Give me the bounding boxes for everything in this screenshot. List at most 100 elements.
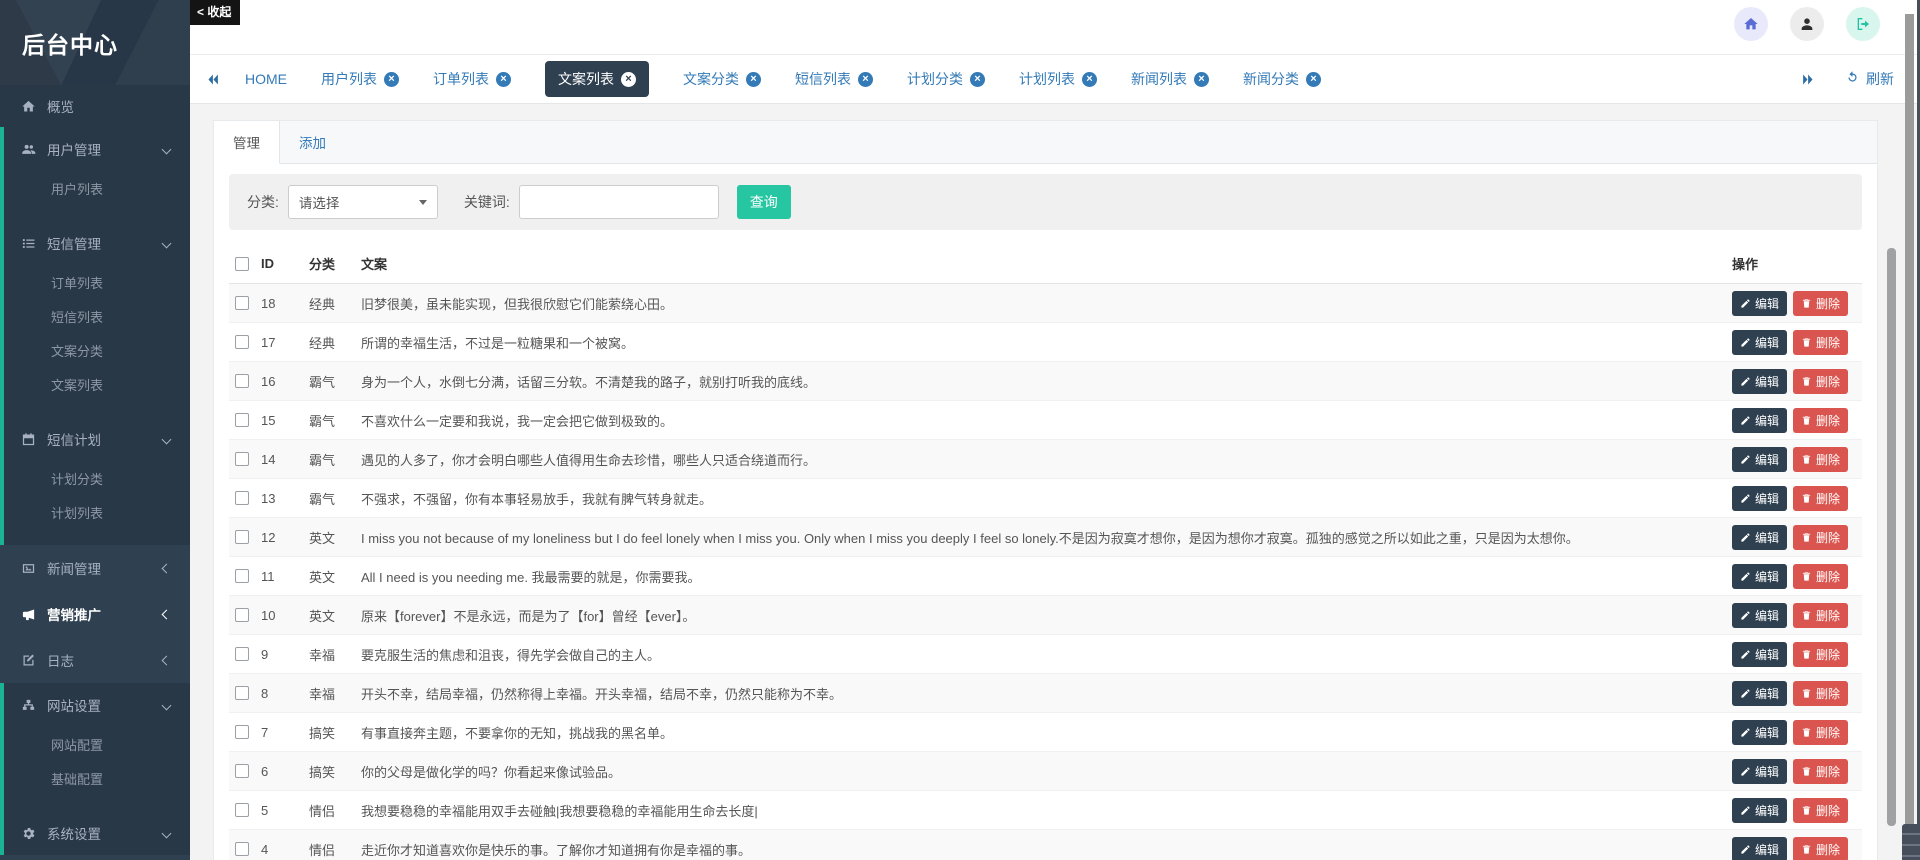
delete-button[interactable]: 删除 xyxy=(1793,681,1848,706)
close-tab-icon[interactable]: × xyxy=(970,72,985,87)
row-checkbox[interactable] xyxy=(235,374,249,388)
delete-button[interactable]: 删除 xyxy=(1793,447,1848,472)
delete-button[interactable]: 删除 xyxy=(1793,486,1848,511)
sidebar-subitem-订单列表[interactable]: 订单列表 xyxy=(4,265,190,299)
open-tab-订单列表[interactable]: 订单列表× xyxy=(433,69,511,89)
delete-button[interactable]: 删除 xyxy=(1793,525,1848,550)
edit-button[interactable]: 编辑 xyxy=(1732,564,1787,589)
sidebar-item-系统设置[interactable]: 系统设置 xyxy=(4,811,190,855)
row-checkbox[interactable] xyxy=(235,335,249,349)
row-checkbox[interactable] xyxy=(235,413,249,427)
row-checkbox[interactable] xyxy=(235,569,249,583)
sidebar-item-短信计划[interactable]: 短信计划 xyxy=(4,417,190,461)
delete-button[interactable]: 删除 xyxy=(1793,330,1848,355)
edit-button[interactable]: 编辑 xyxy=(1732,759,1787,784)
delete-button[interactable]: 删除 xyxy=(1793,291,1848,316)
open-tab-HOME[interactable]: HOME xyxy=(245,71,287,87)
delete-button[interactable]: 删除 xyxy=(1793,798,1848,823)
close-tab-icon[interactable]: × xyxy=(858,72,873,87)
edit-button[interactable]: 编辑 xyxy=(1732,837,1787,860)
edit-button[interactable]: 编辑 xyxy=(1732,798,1787,823)
sidebar-subitem-文案列表[interactable]: 文案列表 xyxy=(4,367,190,401)
sidebar-subitem-计划分类[interactable]: 计划分类 xyxy=(4,461,190,495)
close-tab-icon[interactable]: × xyxy=(746,72,761,87)
sidebar-item-用户管理[interactable]: 用户管理 xyxy=(4,127,190,171)
close-tab-icon[interactable]: × xyxy=(496,72,511,87)
close-tab-icon[interactable]: × xyxy=(621,72,636,87)
select-all-checkbox[interactable] xyxy=(235,257,249,271)
edit-button[interactable]: 编辑 xyxy=(1732,720,1787,745)
row-checkbox[interactable] xyxy=(235,842,249,856)
delete-button[interactable]: 删除 xyxy=(1793,759,1848,784)
row-checkbox[interactable] xyxy=(235,647,249,661)
category-select[interactable]: 请选择 xyxy=(288,185,438,219)
open-tab-用户列表[interactable]: 用户列表× xyxy=(321,69,399,89)
open-tab-短信列表[interactable]: 短信列表× xyxy=(795,69,873,89)
delete-button[interactable]: 删除 xyxy=(1793,642,1848,667)
refresh-button[interactable]: 刷新 xyxy=(1845,69,1894,89)
sidebar-collapse-button[interactable]: < 收起 xyxy=(190,0,240,25)
edit-button[interactable]: 编辑 xyxy=(1732,330,1787,355)
logout-button[interactable] xyxy=(1846,7,1880,41)
edit-button[interactable]: 编辑 xyxy=(1732,681,1787,706)
open-tab-文案分类[interactable]: 文案分类× xyxy=(683,69,761,89)
keyword-input[interactable] xyxy=(519,185,719,219)
open-tab-文案列表[interactable]: 文案列表× xyxy=(545,61,649,97)
sidebar-subitem-计划列表[interactable]: 计划列表 xyxy=(4,495,190,529)
scroll-tabs-right-button[interactable] xyxy=(1800,72,1815,87)
open-tab-计划分类[interactable]: 计划分类× xyxy=(907,69,985,89)
search-button[interactable]: 查询 xyxy=(737,185,791,219)
row-checkbox[interactable] xyxy=(235,530,249,544)
open-tab-新闻分类[interactable]: 新闻分类× xyxy=(1243,69,1321,89)
panel-tabs: 管理 添加 xyxy=(214,121,1877,164)
sidebar-item-概览[interactable]: 概览 xyxy=(0,85,190,127)
page-scrollbar-thumb[interactable] xyxy=(1905,14,1914,860)
row-checkbox[interactable] xyxy=(235,686,249,700)
edit-button[interactable]: 编辑 xyxy=(1732,447,1787,472)
sidebar-subitem-网站配置[interactable]: 网站配置 xyxy=(4,727,190,761)
sidebar-item-短信管理[interactable]: 短信管理 xyxy=(4,221,190,265)
sidebar-subitem-文案分类[interactable]: 文案分类 xyxy=(4,333,190,367)
row-checkbox[interactable] xyxy=(235,608,249,622)
row-checkbox[interactable] xyxy=(235,491,249,505)
edit-button[interactable]: 编辑 xyxy=(1732,642,1787,667)
row-checkbox[interactable] xyxy=(235,725,249,739)
sidebar-item-网站设置[interactable]: 网站设置 xyxy=(4,683,190,727)
row-checkbox[interactable] xyxy=(235,803,249,817)
edit-button[interactable]: 编辑 xyxy=(1732,369,1787,394)
sidebar-item-营销推广[interactable]: 营销推广 xyxy=(4,591,190,637)
delete-button[interactable]: 删除 xyxy=(1793,408,1848,433)
user-button[interactable] xyxy=(1790,7,1824,41)
edit-button[interactable]: 编辑 xyxy=(1732,291,1787,316)
edit-button[interactable]: 编辑 xyxy=(1732,408,1787,433)
delete-button[interactable]: 删除 xyxy=(1793,564,1848,589)
edit-button[interactable]: 编辑 xyxy=(1732,525,1787,550)
table-scrollbar-thumb[interactable] xyxy=(1887,248,1896,826)
scroll-tabs-left-button[interactable] xyxy=(206,72,221,87)
delete-button[interactable]: 删除 xyxy=(1793,369,1848,394)
tab-add[interactable]: 添加 xyxy=(280,121,345,163)
chevron-left-icon xyxy=(162,563,172,573)
sidebar-subitem-短信列表[interactable]: 短信列表 xyxy=(4,299,190,333)
sidebar-item-新闻管理[interactable]: 新闻管理 xyxy=(4,545,190,591)
row-checkbox[interactable] xyxy=(235,764,249,778)
row-checkbox[interactable] xyxy=(235,296,249,310)
scrollbar-corner-grip[interactable] xyxy=(1902,824,1920,860)
close-tab-icon[interactable]: × xyxy=(1082,72,1097,87)
close-tab-icon[interactable]: × xyxy=(1194,72,1209,87)
tab-manage[interactable]: 管理 xyxy=(214,121,280,164)
close-tab-icon[interactable]: × xyxy=(1306,72,1321,87)
sidebar-subitem-用户列表[interactable]: 用户列表 xyxy=(4,171,190,205)
edit-button[interactable]: 编辑 xyxy=(1732,603,1787,628)
sidebar-subitem-基础配置[interactable]: 基础配置 xyxy=(4,761,190,795)
delete-button[interactable]: 删除 xyxy=(1793,720,1848,745)
row-checkbox[interactable] xyxy=(235,452,249,466)
open-tab-新闻列表[interactable]: 新闻列表× xyxy=(1131,69,1209,89)
delete-button[interactable]: 删除 xyxy=(1793,837,1848,860)
sidebar-item-日志[interactable]: 日志 xyxy=(4,637,190,683)
close-tab-icon[interactable]: × xyxy=(384,72,399,87)
edit-button[interactable]: 编辑 xyxy=(1732,486,1787,511)
open-tab-计划列表[interactable]: 计划列表× xyxy=(1019,69,1097,89)
home-button[interactable] xyxy=(1734,7,1768,41)
delete-button[interactable]: 删除 xyxy=(1793,603,1848,628)
